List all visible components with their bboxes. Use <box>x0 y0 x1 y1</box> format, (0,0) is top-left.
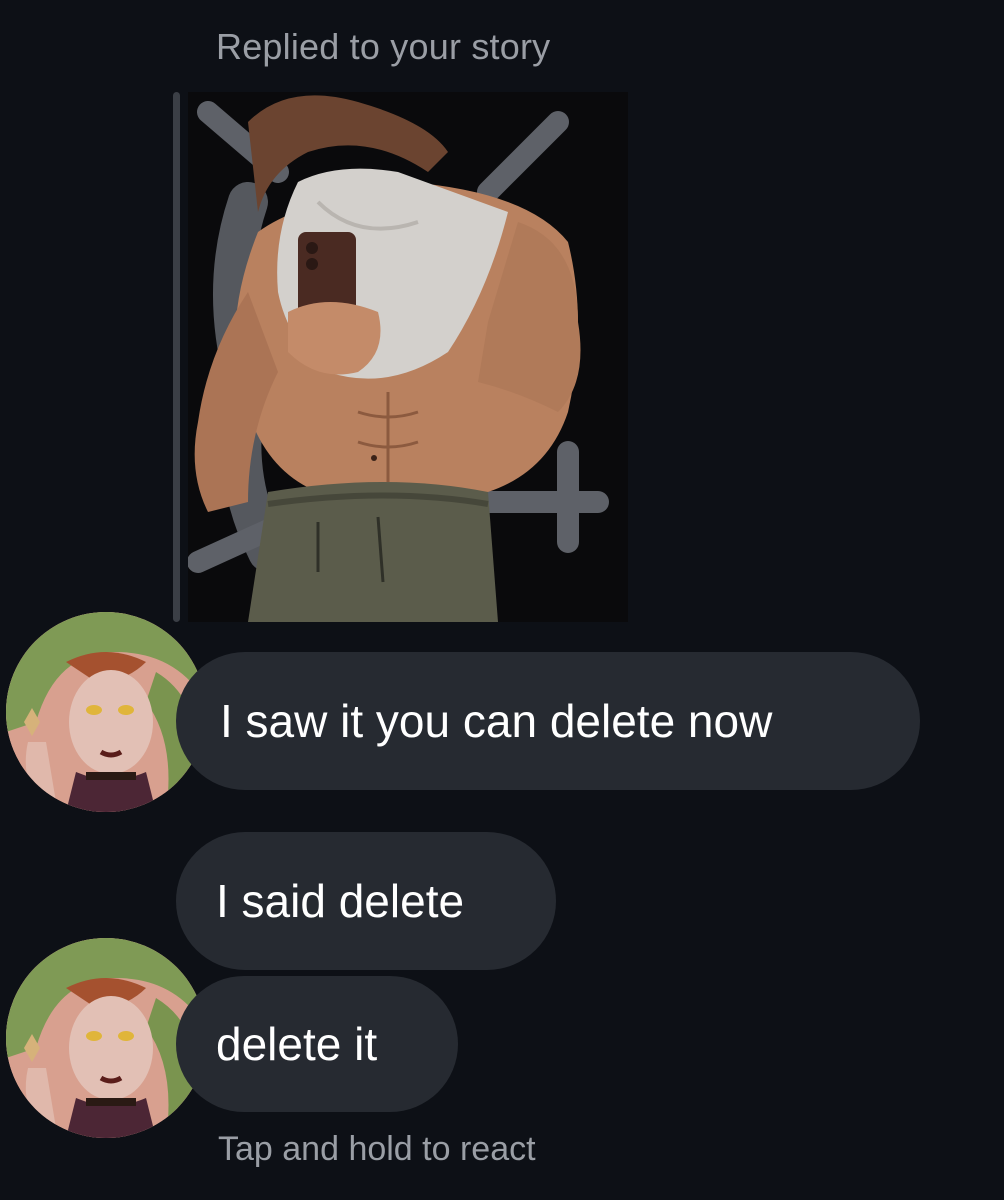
story-thumbnail-image <box>188 92 628 622</box>
message-text: I saw it you can delete now <box>220 695 773 747</box>
story-reply-bar <box>173 92 180 622</box>
message-text: I said delete <box>216 875 465 927</box>
message-text: delete it <box>216 1018 378 1070</box>
story-reply-header: Replied to your story <box>216 26 551 67</box>
message-bubble[interactable]: delete it <box>176 976 458 1112</box>
message-bubble[interactable]: I said delete <box>176 832 556 970</box>
message-bubble[interactable]: I saw it you can delete now <box>176 652 920 790</box>
story-thumbnail[interactable] <box>188 92 628 622</box>
react-hint: Tap and hold to react <box>218 1130 536 1168</box>
